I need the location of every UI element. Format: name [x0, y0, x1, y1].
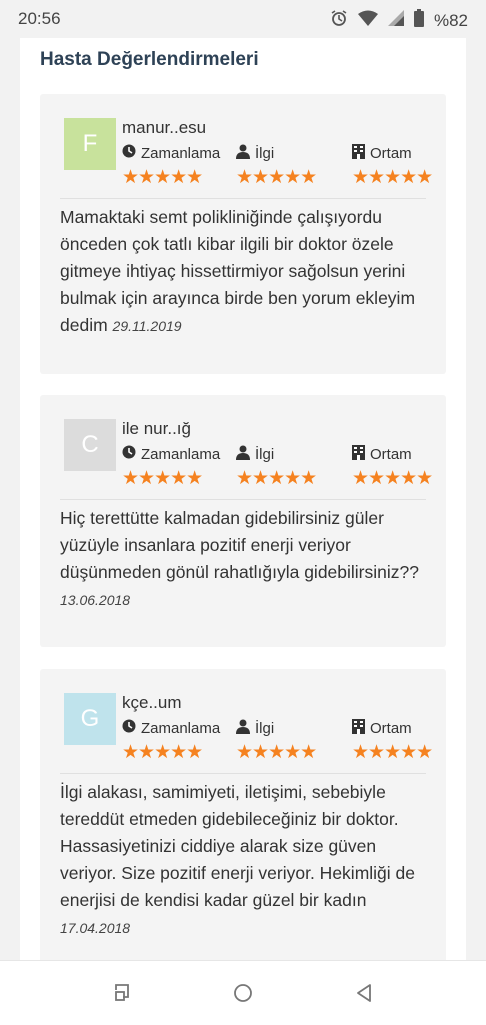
criterion-environment: Ortam	[352, 445, 412, 464]
criterion-label: İlgi	[255, 145, 275, 162]
recents-icon[interactable]	[111, 981, 135, 1005]
person-icon	[236, 445, 250, 464]
reviewer-name: ile nur..ığ	[122, 419, 191, 438]
criterion-label: Zamanlama	[141, 719, 221, 737]
back-icon[interactable]	[352, 981, 376, 1005]
battery-icon	[413, 9, 424, 32]
criterion-timing: Zamanlama	[122, 719, 220, 737]
review-date: 29.11.2019	[112, 318, 182, 334]
criterion-attention: İlgi	[236, 144, 274, 163]
criterion-label: Ortam	[370, 720, 412, 737]
reviewer-name: manur..esu	[122, 118, 207, 137]
rating-stars-timing: ★★★★★	[122, 468, 203, 489]
criterion-label: İlgi	[255, 446, 275, 463]
rating-stars-timing: ★★★★★	[122, 742, 203, 763]
criterion-timing: Zamanlama	[122, 144, 220, 162]
rating-stars-attention: ★★★★★	[236, 742, 317, 763]
section-title: Hasta Değerlendirmeleri	[40, 49, 259, 70]
review-card: C ile nur..ığ Zamanlama İlgi Ortam ★★★★★…	[40, 395, 446, 647]
criterion-environment: Ortam	[352, 719, 412, 738]
criterion-label: İlgi	[255, 720, 275, 737]
avatar: G	[64, 693, 116, 745]
person-icon	[236, 719, 250, 738]
divider	[60, 198, 426, 199]
clock-icon	[122, 445, 136, 463]
signal-icon	[387, 10, 404, 31]
criterion-timing: Zamanlama	[122, 445, 220, 463]
reviewer-name: kçe..um	[122, 693, 182, 712]
rating-stars-environment: ★★★★★	[352, 167, 433, 188]
status-bar: 20:56 %82	[0, 0, 486, 38]
review-body: Mamaktaki semt polikliniğinde çalışıyord…	[60, 207, 416, 335]
wifi-icon	[357, 10, 378, 31]
review-text: İlgi alakası, samimiyeti, iletişimi, seb…	[60, 779, 426, 942]
person-icon	[236, 144, 250, 163]
criterion-label: Ortam	[370, 446, 412, 463]
review-body: İlgi alakası, samimiyeti, iletişimi, seb…	[60, 782, 415, 910]
rating-stars-attention: ★★★★★	[236, 167, 317, 188]
review-text: Mamaktaki semt polikliniğinde çalışıyord…	[60, 204, 426, 340]
home-icon[interactable]	[231, 981, 255, 1005]
avatar: C	[64, 419, 116, 471]
battery-level: %82	[433, 10, 468, 30]
criterion-attention: İlgi	[236, 445, 274, 464]
status-time: 20:56	[18, 9, 61, 28]
rating-stars-attention: ★★★★★	[236, 468, 317, 489]
navigation-bar	[0, 960, 486, 1025]
criterion-label: Ortam	[370, 145, 412, 162]
building-icon	[352, 445, 365, 464]
review-body: Hiç terettütte kalmadan gidebilirsiniz g…	[60, 508, 419, 582]
review-date: 17.04.2018	[60, 920, 131, 936]
alarm-icon	[330, 9, 348, 32]
review-card: G kçe..um Zamanlama İlgi Ortam ★★★★★ ★★★…	[40, 669, 446, 960]
clock-icon	[122, 144, 136, 162]
building-icon	[352, 144, 365, 163]
building-icon	[352, 719, 365, 738]
rating-stars-timing: ★★★★★	[122, 167, 203, 188]
status-icons: %82	[330, 9, 468, 32]
criterion-label: Zamanlama	[141, 144, 221, 162]
reviews-panel: Hasta Değerlendirmeleri F manur..esu Zam…	[20, 38, 466, 960]
rating-stars-environment: ★★★★★	[352, 742, 433, 763]
review-text: Hiç terettütte kalmadan gidebilirsiniz g…	[60, 505, 426, 614]
divider	[60, 499, 426, 500]
clock-icon	[122, 719, 136, 737]
criterion-attention: İlgi	[236, 719, 274, 738]
rating-stars-environment: ★★★★★	[352, 468, 433, 489]
criterion-environment: Ortam	[352, 144, 412, 163]
avatar: F	[64, 118, 116, 170]
review-card: F manur..esu Zamanlama İlgi Ortam ★★★★★ …	[40, 94, 446, 374]
review-date: 13.06.2018	[60, 592, 131, 608]
divider	[60, 773, 426, 774]
criterion-label: Zamanlama	[141, 445, 221, 463]
